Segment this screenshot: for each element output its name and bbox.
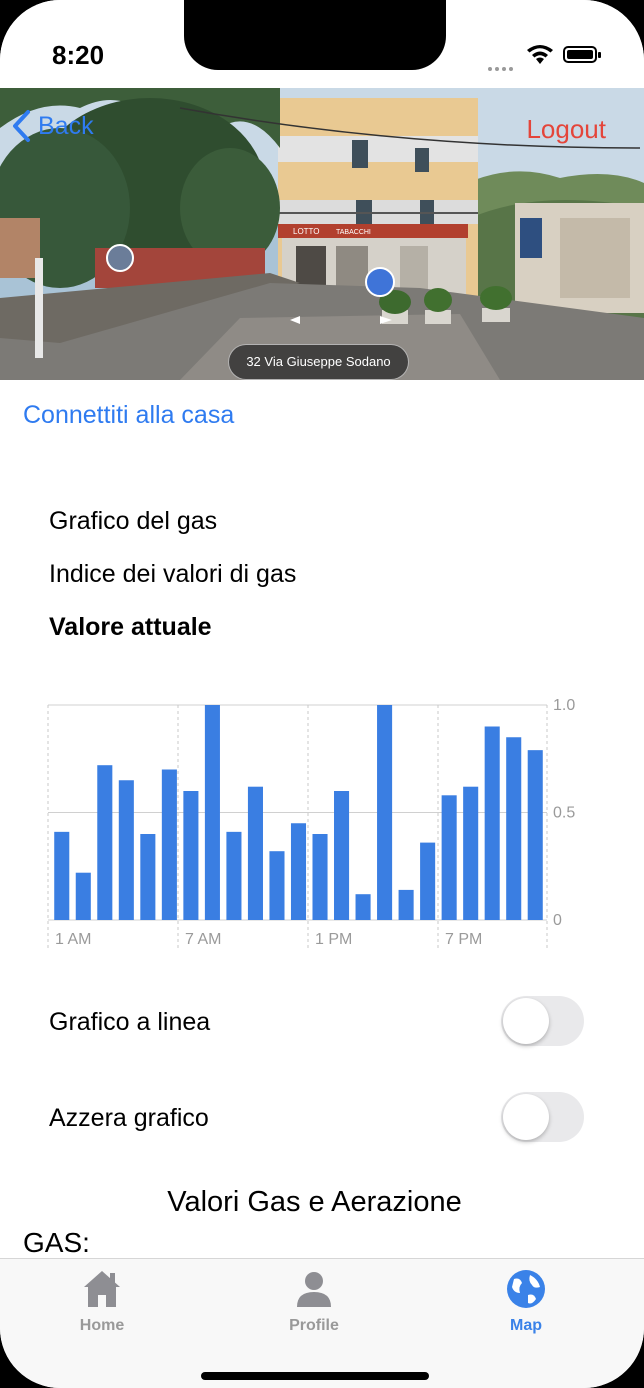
chart-x-tick-label: 7 PM [445,931,482,948]
chart-bar [247,786,263,920]
status-time: 8:20 [52,40,105,70]
chart-bar [312,834,328,920]
chart-bar [226,831,242,920]
chart-bar [420,842,436,920]
chart-bar [506,737,522,920]
chart-bar [54,831,70,920]
shop-sign-lotto: LOTTO [293,227,320,236]
wifi-icon [527,45,553,64]
home-indicator [201,1372,429,1380]
chart-x-tick-label: 1 AM [55,931,91,948]
tab-map-label: Map [510,1317,542,1334]
chart-bar [463,786,479,920]
menu-item-gas-index[interactable]: Indice dei valori di gas [49,560,296,589]
line-chart-toggle[interactable] [501,996,584,1046]
chart-bar [377,705,393,920]
chart-bar [118,780,134,920]
reset-chart-label: Azzera grafico [49,1104,209,1132]
chart-bar [355,894,371,920]
chart-bar [75,872,91,920]
chart-bar [398,889,414,920]
back-button[interactable]: Back [10,106,94,146]
chart-bar [161,769,177,920]
chart-y-tick-label: 1.0 [553,697,575,714]
toggle-knob [503,1094,549,1140]
device-notch [184,0,446,70]
tab-profile-label: Profile [289,1317,339,1334]
reset-chart-toggle[interactable] [501,1092,584,1142]
tab-map[interactable]: Map [446,1259,606,1349]
chart-bar [204,705,220,920]
chart-bar [334,791,350,920]
chart-bar [140,834,156,920]
cellular-signal-icon [488,58,516,76]
tab-home-label: Home [79,1317,125,1334]
shop-pin-icon[interactable] [365,267,395,297]
map-pin-icon[interactable] [106,244,134,272]
chart-y-tick-label: 0 [553,912,562,929]
toggle-knob [503,998,549,1044]
chart-bar [484,726,500,920]
chart-bar [183,791,199,920]
tab-home[interactable]: Home [22,1259,182,1349]
menu-item-current-value[interactable]: Valore attuale [49,613,212,642]
gas-bar-chart: 1.0 0.5 0 1 AM 7 AM 1 PM 7 PM [47,697,575,948]
chart-y-tick-label: 0.5 [553,805,575,822]
connect-home-link[interactable]: Connettiti alla casa [23,401,234,430]
menu-item-gas-chart[interactable]: Grafico del gas [49,507,217,536]
line-chart-label: Grafico a linea [49,1008,211,1036]
address-label: 32 Via Giuseppe Sodano [228,344,409,380]
gas-label: GAS: [23,1227,90,1258]
shop-sign-tabacchi: TABACCHI [336,229,371,236]
logout-button[interactable]: Logout [526,114,606,145]
reset-chart-row: Azzera grafico [49,1092,584,1142]
house-icon [84,1271,120,1307]
chart-x-tick-label: 7 AM [185,931,221,948]
chart-bar [527,750,543,920]
status-bar: 8:20 [0,0,644,88]
battery-icon [563,46,601,63]
globe-icon [507,1270,545,1308]
person-icon [297,1272,331,1307]
chart-x-tick-label: 1 PM [315,931,352,948]
chart-bar [269,851,285,920]
chart-bar [97,765,113,920]
back-label: Back [38,111,94,140]
app-screen: 8:20 LOTTO TABACCHI 32 Via Giuseppe Soda… [0,0,644,1388]
chevron-left-icon [13,110,30,142]
line-chart-row: Grafico a linea [49,996,584,1046]
tab-profile[interactable]: Profile [234,1259,394,1349]
section-title: Valori Gas e Aerazione [167,1186,462,1218]
chart-bar [290,823,307,920]
chart-bar [441,795,457,920]
tab-bar: Home Profile Map [0,1258,644,1388]
